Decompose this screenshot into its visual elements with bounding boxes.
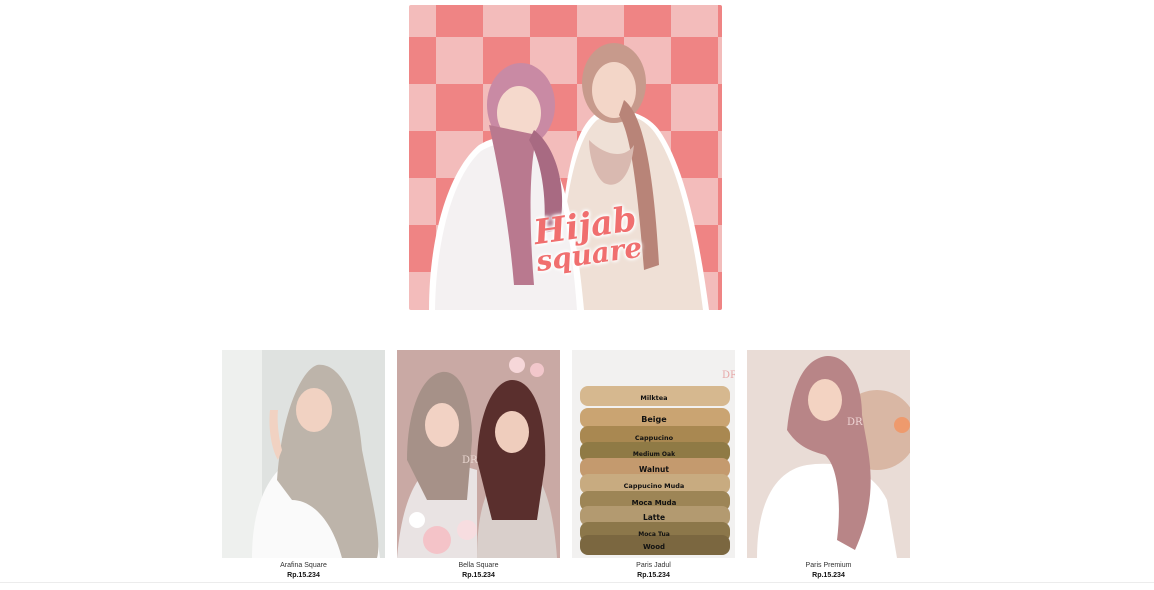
product-image[interactable]: DR [747, 350, 910, 558]
product-image[interactable] [222, 350, 385, 558]
swatch-label: Moca Muda [632, 499, 677, 507]
footer-divider [0, 582, 1154, 583]
swatch-label: Latte [643, 513, 665, 522]
product-price: Rp.15.234 [637, 572, 670, 579]
hero-banner[interactable]: Hijab square [409, 5, 722, 310]
swatch-label: Cappucino [635, 434, 674, 442]
product-price: Rp.15.234 [812, 572, 845, 579]
product-price: Rp.15.234 [462, 572, 495, 579]
product-image[interactable]: DR [397, 350, 560, 558]
product-card-paris-jadul[interactable]: Milktea Beige Cappucino Medium Oak Walnut Cap… [572, 350, 735, 581]
product-price: Rp.15.234 [287, 572, 320, 579]
product-name[interactable]: Bella Square [397, 561, 560, 571]
product-card-arafina-square[interactable]: Arafina Square Rp.15.234 [222, 350, 385, 581]
brand-mark: DR [462, 455, 478, 466]
swatch-label: Beige [641, 415, 667, 424]
product-name[interactable]: Arafina Square [222, 561, 385, 571]
product-image[interactable]: Milktea Beige Cappucino Medium Oak Walnut Cap… [572, 350, 735, 558]
swatch-label: Medium Oak [633, 451, 676, 458]
swatch-label: Walnut [639, 465, 669, 474]
product-name[interactable]: Paris Jadul [572, 561, 735, 571]
product-card-paris-premium[interactable]: DR Paris Premium Rp.15.234 [747, 350, 910, 581]
product-card-bella-square[interactable]: DR Bella Square Rp.15.234 [397, 350, 560, 581]
swatch-label: Milktea [640, 394, 667, 402]
brand-mark: DR [847, 417, 863, 428]
swatch-label: Wood [643, 543, 665, 551]
brand-mark: DR [722, 370, 735, 381]
swatch-label: Moca Tua [638, 531, 670, 538]
swatch-label: Cappucino Muda [624, 482, 685, 490]
product-name[interactable]: Paris Premium [747, 561, 910, 571]
